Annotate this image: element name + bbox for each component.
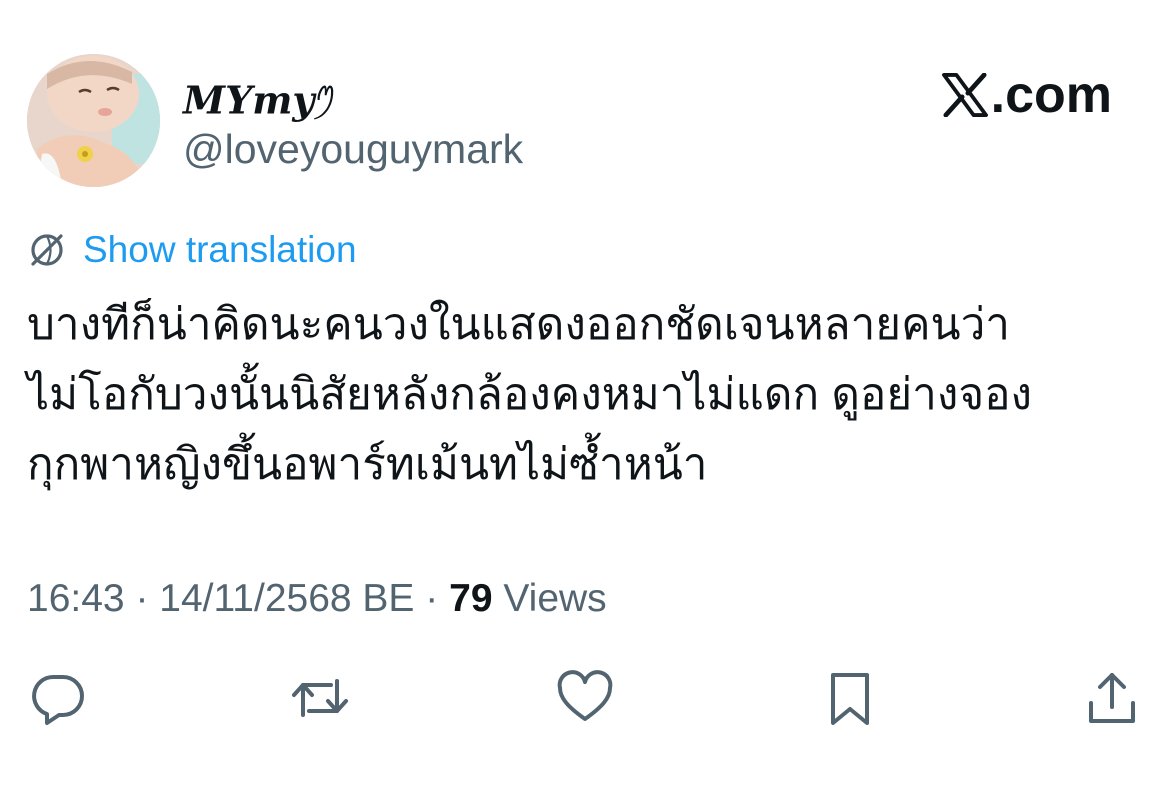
like-button[interactable]: [553, 666, 617, 730]
meta-separator: ·: [124, 577, 160, 620]
repost-button[interactable]: [288, 666, 352, 730]
tweet-line: บางทีก็น่าคิดนะคนวงในแสดงออกชัดเจนหลายคน…: [27, 300, 1011, 349]
tweet-line: ไม่โอกับวงนั้นนิสัยหลังกล้องคงหมาไม่แดก …: [27, 370, 1033, 419]
display-name-text: MYmy: [183, 77, 315, 123]
share-icon: [1089, 673, 1135, 723]
reply-icon: [32, 675, 84, 725]
user-handle[interactable]: @loveyouguymark: [183, 124, 523, 174]
tweet-text: บางทีก็น่าคิดนะคนวงในแสดงออกชัดเจนหลายคน…: [27, 290, 1147, 500]
display-name-decoration: ꪑ: [314, 77, 337, 107]
show-translation-label: Show translation: [83, 229, 357, 270]
tweet-date[interactable]: 14/11/2568 BE: [159, 577, 414, 620]
profile-photo: [27, 54, 160, 187]
brand-domain: .com: [990, 66, 1112, 124]
heart-icon: [557, 670, 613, 721]
meta-separator: ·: [414, 577, 450, 620]
reply-button[interactable]: [26, 666, 90, 730]
share-button[interactable]: [1080, 666, 1144, 730]
avatar[interactable]: [27, 54, 160, 187]
tweet-line: กุกพาหญิงขึ้นอพาร์ทเม้นทไม่ซ้ำหน้า: [27, 440, 708, 489]
views-label: Views: [503, 577, 607, 620]
x-logo-icon: [941, 73, 988, 117]
show-translation-button[interactable]: Show translation: [27, 226, 357, 274]
bookmark-button[interactable]: [818, 666, 882, 730]
tweet-meta: 16:43 · 14/11/2568 BE · 79 Views: [27, 574, 607, 624]
x-brand: .com: [941, 64, 1112, 126]
views-count[interactable]: 79: [449, 577, 492, 620]
tweet-time[interactable]: 16:43: [27, 577, 125, 620]
action-bar: [0, 666, 1170, 730]
bookmark-icon: [831, 673, 869, 725]
display-name[interactable]: MYmyꪑ: [183, 68, 336, 125]
repost-icon: [292, 679, 348, 717]
globe-icon: [31, 234, 63, 266]
